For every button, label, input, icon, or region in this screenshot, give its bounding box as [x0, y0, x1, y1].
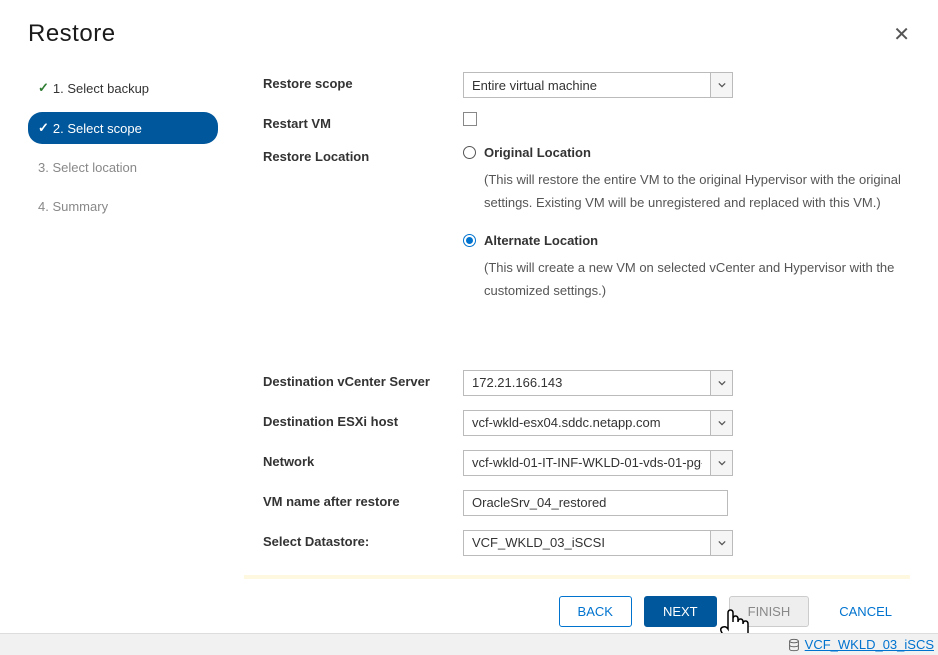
- restore-location-radio-group: Original Location (This will restore the…: [463, 145, 910, 303]
- check-icon: ✓: [38, 80, 49, 96]
- close-icon[interactable]: ✕: [893, 22, 910, 47]
- dest-vcenter-select[interactable]: [463, 370, 733, 396]
- dest-esxi-select[interactable]: [463, 410, 733, 436]
- dialog-footer: BACK NEXT FINISH CANCEL: [559, 596, 910, 627]
- network-select[interactable]: [463, 450, 733, 476]
- restore-scope-select[interactable]: [463, 72, 733, 98]
- datastore-link[interactable]: VCF_WKLD_03_iSCS: [787, 637, 934, 652]
- vm-name-input[interactable]: [463, 490, 728, 516]
- network-input[interactable]: [463, 450, 711, 476]
- datastore-label: Select Datastore:: [263, 530, 463, 549]
- dest-esxi-input[interactable]: [463, 410, 711, 436]
- original-location-radio[interactable]: Original Location: [463, 145, 910, 160]
- alternate-location-desc: (This will create a new VM on selected v…: [484, 256, 910, 303]
- dest-vcenter-input[interactable]: [463, 370, 711, 396]
- datastore-input[interactable]: [463, 530, 711, 556]
- restore-dialog: Restore ✕ ✓1. Select backup ✓2. Select s…: [0, 0, 938, 590]
- back-button[interactable]: BACK: [559, 596, 632, 627]
- step-summary: 4. Summary: [28, 191, 218, 222]
- bottom-strip: VCF_WKLD_03_iSCS: [0, 633, 938, 655]
- vm-name-label: VM name after restore: [263, 490, 463, 509]
- restore-scope-label: Restore scope: [263, 72, 463, 91]
- restore-scope-input[interactable]: [463, 72, 711, 98]
- original-location-desc: (This will restore the entire VM to the …: [484, 168, 910, 215]
- chevron-down-icon[interactable]: [711, 410, 733, 436]
- network-label: Network: [263, 450, 463, 469]
- finish-button: FINISH: [729, 596, 810, 627]
- restore-location-label: Restore Location: [263, 145, 463, 164]
- dest-vcenter-label: Destination vCenter Server: [263, 370, 463, 389]
- step-select-location: 3. Select location: [28, 152, 218, 183]
- chevron-down-icon[interactable]: [711, 370, 733, 396]
- alternate-location-radio[interactable]: Alternate Location: [463, 233, 910, 248]
- dialog-body: ✓1. Select backup ✓2. Select scope 3. Se…: [28, 72, 910, 570]
- form-content: Restore scope Restart VM Restore Locatio…: [218, 72, 910, 570]
- step-select-backup[interactable]: ✓1. Select backup: [28, 72, 218, 104]
- progress-bar: [244, 575, 910, 579]
- check-icon: ✓: [38, 120, 49, 136]
- restart-vm-label: Restart VM: [263, 112, 463, 131]
- next-button[interactable]: NEXT: [644, 596, 717, 627]
- datastore-select[interactable]: [463, 530, 733, 556]
- datastore-icon: [787, 638, 801, 652]
- chevron-down-icon[interactable]: [711, 72, 733, 98]
- step-select-scope[interactable]: ✓2. Select scope: [28, 112, 218, 144]
- chevron-down-icon[interactable]: [711, 450, 733, 476]
- wizard-steps: ✓1. Select backup ✓2. Select scope 3. Se…: [28, 72, 218, 570]
- dialog-title: Restore: [28, 20, 116, 48]
- radio-icon: [463, 234, 476, 247]
- cancel-button[interactable]: CANCEL: [821, 597, 910, 626]
- chevron-down-icon[interactable]: [711, 530, 733, 556]
- radio-icon: [463, 146, 476, 159]
- dialog-header: Restore ✕: [28, 20, 910, 48]
- dest-esxi-label: Destination ESXi host: [263, 410, 463, 429]
- restart-vm-checkbox[interactable]: [463, 112, 477, 126]
